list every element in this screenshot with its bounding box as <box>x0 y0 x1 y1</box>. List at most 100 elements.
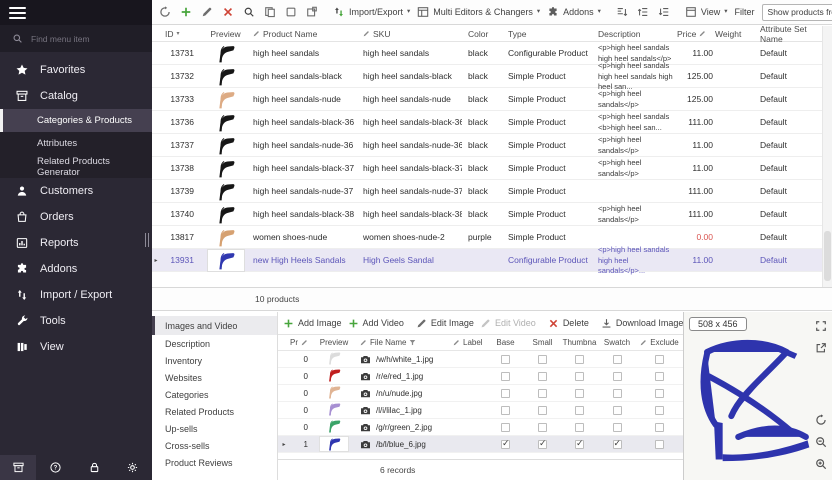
column-header-description[interactable]: Description <box>588 29 677 39</box>
swatch-checkbox[interactable] <box>613 406 622 415</box>
sidebar-item-tools[interactable]: Tools <box>0 308 152 334</box>
sidebar-item-orders[interactable]: Orders <box>0 204 152 230</box>
small-checkbox[interactable] <box>538 423 547 432</box>
edit-button[interactable] <box>200 5 214 19</box>
exclude-checkbox[interactable] <box>655 372 664 381</box>
product-row[interactable]: 13738high heel sandals-black-37high heel… <box>152 157 822 180</box>
import-export-menu-button[interactable]: Import/Export▾ <box>333 6 410 18</box>
column-header-attribute-set-name[interactable]: Attribute Set Name <box>752 24 822 44</box>
swatch-checkbox[interactable] <box>613 372 622 381</box>
duplicate-button[interactable] <box>305 5 319 19</box>
image-row[interactable]: 0/l/i/lilac_1.jpg <box>278 402 683 419</box>
base-checkbox[interactable] <box>501 355 510 364</box>
view-menu-button[interactable]: View▾ <box>685 6 728 18</box>
sidebar-item-view[interactable]: View <box>0 334 152 360</box>
exclude-checkbox[interactable] <box>655 355 664 364</box>
product-row[interactable]: 13739high heel sandals-nude-37high heel … <box>152 180 822 203</box>
sort-rows-button[interactable] <box>615 5 629 19</box>
column-header-label[interactable]: Label <box>445 338 487 347</box>
swatch-checkbox[interactable] <box>613 440 622 449</box>
sidebar-subitem-categories-products[interactable]: Categories & Products <box>0 109 152 132</box>
tab-images-and-video[interactable]: Images and Video <box>152 316 277 335</box>
sidebar-bottom-catalog-button[interactable] <box>0 455 36 480</box>
column-header-product-name[interactable]: Product Name <box>247 29 357 39</box>
column-header-sku[interactable]: SKU <box>357 29 462 39</box>
small-checkbox[interactable] <box>538 440 547 449</box>
small-checkbox[interactable] <box>538 372 547 381</box>
delete-button[interactable] <box>221 5 235 19</box>
column-header-price[interactable]: Price <box>677 29 715 39</box>
download-image-button[interactable]: Download Image <box>601 318 684 329</box>
column-header-preview[interactable]: Preview <box>204 29 247 39</box>
sidebar-item-import-export[interactable]: Import / Export <box>0 282 152 308</box>
small-checkbox[interactable] <box>538 389 547 398</box>
zoom-out-button[interactable] <box>815 436 827 448</box>
edit-image-button[interactable]: Edit Image <box>416 318 474 329</box>
column-header-preview[interactable]: Preview <box>316 338 352 347</box>
swatch-checkbox[interactable] <box>613 423 622 432</box>
thumbnail-checkbox[interactable] <box>575 406 584 415</box>
exclude-checkbox[interactable] <box>655 389 664 398</box>
image-row[interactable]: 0/r/e/red_1.jpg <box>278 368 683 385</box>
collapse-rows-button[interactable] <box>657 5 671 19</box>
product-row[interactable]: 13733high heel sandals-nudehigh heel san… <box>152 88 822 111</box>
thumbnail-checkbox[interactable] <box>575 423 584 432</box>
exclude-checkbox[interactable] <box>655 440 664 449</box>
base-checkbox[interactable] <box>501 423 510 432</box>
add-button[interactable] <box>179 5 193 19</box>
fullscreen-button[interactable] <box>815 320 827 332</box>
small-checkbox[interactable] <box>538 355 547 364</box>
column-header-exclude[interactable]: Exclude <box>636 338 683 347</box>
base-checkbox[interactable] <box>501 440 510 449</box>
product-row[interactable]: 13732high heel sandals-blackhigh heel sa… <box>152 65 822 88</box>
addons-menu-button[interactable]: Addons▾ <box>547 6 601 18</box>
add-image-button[interactable]: Add Image <box>283 318 342 329</box>
column-header-thumbna[interactable]: Thumbna <box>561 338 598 347</box>
product-row[interactable]: 13737high heel sandals-nude-36high heel … <box>152 134 822 157</box>
swatch-checkbox[interactable] <box>613 389 622 398</box>
sidebar-item-favorites[interactable]: Favorites <box>0 57 152 83</box>
sidebar-splitter-handle[interactable] <box>145 233 151 247</box>
column-header-swatch[interactable]: Swatch <box>598 338 636 347</box>
scrollbar-thumb[interactable] <box>824 231 831 281</box>
menu-search-input[interactable]: Find menu item <box>0 25 152 52</box>
column-header-pr[interactable]: Pr <box>290 338 316 347</box>
thumbnail-checkbox[interactable] <box>575 389 584 398</box>
base-checkbox[interactable] <box>501 372 510 381</box>
column-header-small[interactable]: Small <box>524 338 561 347</box>
thumbnail-checkbox[interactable] <box>575 372 584 381</box>
tab-inventory[interactable]: Inventory <box>152 352 277 369</box>
search-button[interactable] <box>242 5 256 19</box>
thumbnail-checkbox[interactable] <box>575 440 584 449</box>
tab-description[interactable]: Description <box>152 335 277 352</box>
hamburger-menu-icon[interactable] <box>9 7 26 19</box>
column-header-type[interactable]: Type <box>504 29 588 39</box>
column-header-base[interactable]: Base <box>487 338 524 347</box>
sidebar-bottom-lock-button[interactable] <box>75 461 114 474</box>
tab-categories[interactable]: Categories <box>152 386 277 403</box>
product-row[interactable]: 13817women shoes-nudewomen shoes-nude-2p… <box>152 226 822 249</box>
multi-editors-changers-menu-button[interactable]: Multi Editors & Changers▾ <box>417 6 540 18</box>
tab-cross-sells[interactable]: Cross-sells <box>152 437 277 454</box>
zoom-in-button[interactable] <box>815 458 827 470</box>
product-row[interactable]: 13736high heel sandals-black-36high heel… <box>152 111 822 134</box>
expand-rows-button[interactable] <box>636 5 650 19</box>
column-header-id[interactable]: ID▾ <box>160 29 204 39</box>
product-row[interactable]: 13740high heel sandals-black-38high heel… <box>152 203 822 226</box>
add-video-button[interactable]: Add Video <box>348 318 404 329</box>
product-row[interactable]: ▸13931new High Heels SandalsHigh Geels S… <box>152 249 822 272</box>
funnel-mini-icon[interactable] <box>409 339 416 346</box>
column-header-file-name[interactable]: File Name <box>352 338 445 347</box>
tab-product-reviews[interactable]: Product Reviews <box>152 454 277 471</box>
thumbnail-checkbox[interactable] <box>575 355 584 364</box>
sidebar-bottom-help-button[interactable]: ? <box>36 461 75 474</box>
column-header-weight[interactable]: Weight <box>715 29 752 39</box>
column-header-color[interactable]: Color <box>462 29 504 39</box>
sidebar-subitem-attributes[interactable]: Attributes <box>0 132 152 155</box>
sidebar-subitem-related-products-generator[interactable]: Related Products Generator <box>0 155 152 178</box>
image-row[interactable]: 0/g/r/green_2.jpg <box>278 419 683 436</box>
category-filter-select[interactable]: Show products from selected categories▾ <box>762 4 832 21</box>
refresh-button[interactable] <box>158 5 172 19</box>
products-scrollbar[interactable] <box>822 26 832 287</box>
sidebar-item-customers[interactable]: Customers <box>0 178 152 204</box>
